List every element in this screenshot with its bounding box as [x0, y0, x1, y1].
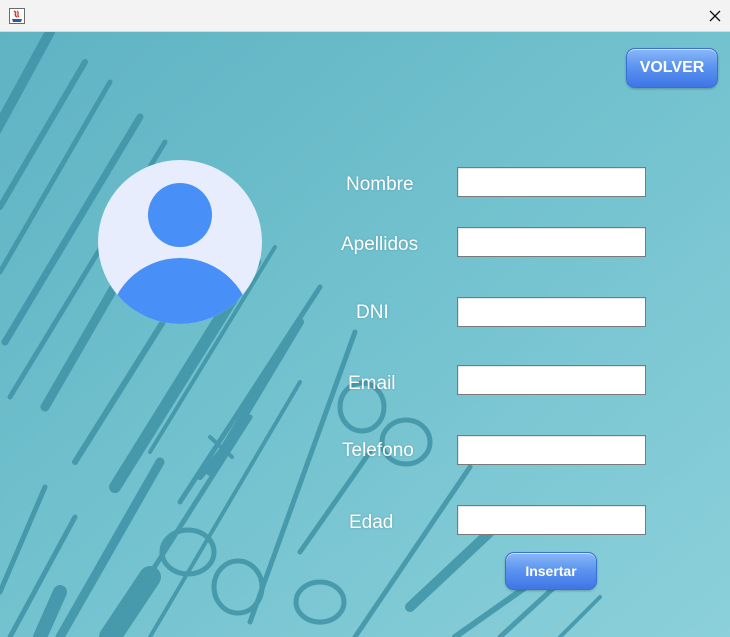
email-field[interactable]	[457, 365, 646, 395]
close-icon	[709, 10, 721, 22]
telefono-label: Telefono	[342, 440, 414, 461]
surgical-instruments-background	[0, 32, 730, 637]
nombre-field[interactable]	[457, 167, 646, 197]
java-app-icon	[9, 8, 25, 24]
apellidos-label: Apellidos	[341, 234, 419, 255]
dni-label: DNI	[356, 302, 389, 323]
close-button[interactable]	[700, 0, 730, 32]
volver-button[interactable]: VOLVER	[626, 48, 718, 88]
edad-label: Edad	[349, 512, 394, 533]
dni-field[interactable]	[457, 297, 646, 327]
edad-field[interactable]	[457, 505, 646, 535]
user-avatar-icon	[98, 160, 262, 324]
main-panel: VOLVER Nombre Apellidos DNI Email Telefo…	[0, 32, 730, 637]
apellidos-field[interactable]	[457, 227, 646, 257]
avatar-body	[108, 258, 252, 324]
insertar-button[interactable]: Insertar	[505, 552, 597, 590]
nombre-label: Nombre	[346, 174, 414, 195]
avatar-head	[148, 183, 212, 247]
email-label: Email	[348, 373, 396, 394]
window-titlebar	[0, 0, 730, 32]
telefono-field[interactable]	[457, 435, 646, 465]
